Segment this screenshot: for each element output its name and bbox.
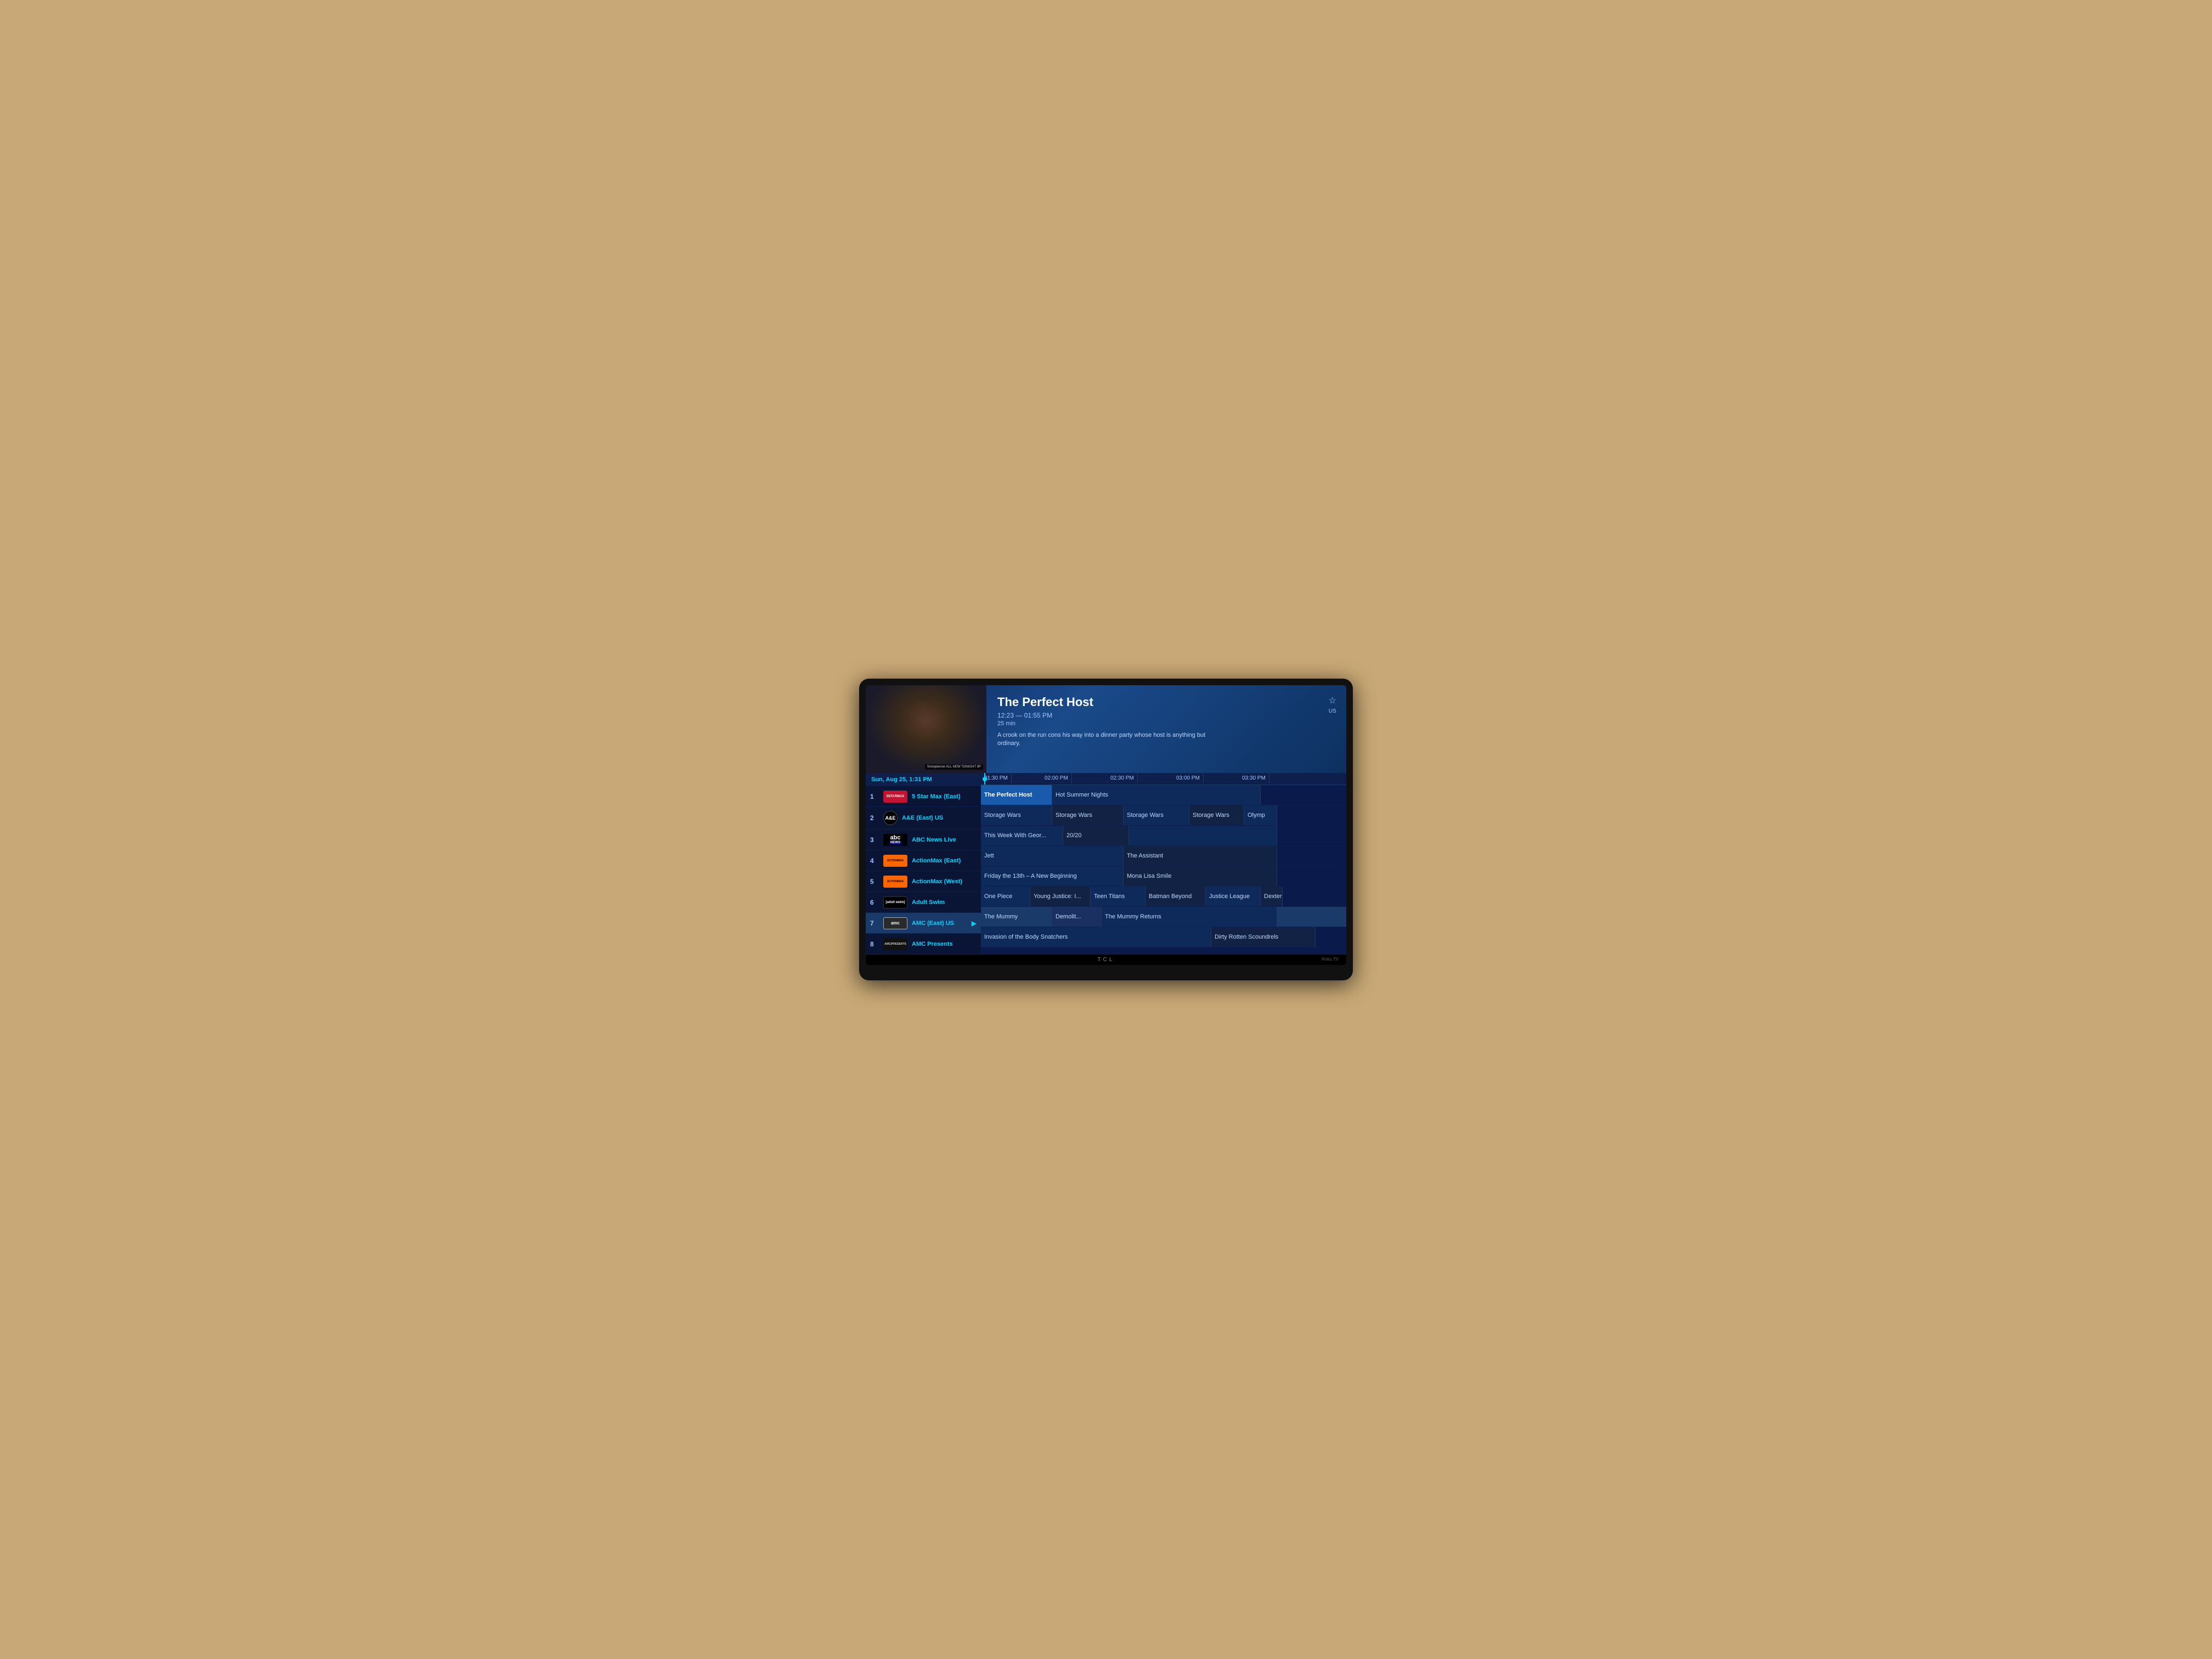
show-rating: ☆ US bbox=[1329, 695, 1336, 714]
channel-name: AMC (East) US bbox=[912, 920, 967, 927]
channel-logo: 5STARMAX bbox=[883, 791, 907, 803]
channel-row[interactable]: 7 amc AMC (East) US ▶ bbox=[866, 913, 981, 934]
channel-row[interactable]: 2 A&E A&E (East) US bbox=[866, 807, 981, 830]
time-slot-2: 02:00 PM bbox=[1041, 773, 1072, 783]
channel-number: 4 bbox=[870, 857, 879, 865]
program-cell[interactable]: The Perfect Host bbox=[981, 785, 1052, 805]
program-cell[interactable]: Storage Wars bbox=[981, 805, 1052, 825]
channel-name: A&E (East) US bbox=[902, 815, 977, 821]
channel-logo: A&E bbox=[883, 811, 898, 825]
channel-number: 1 bbox=[870, 793, 879, 800]
channel-arrow-icon: ▶ bbox=[972, 919, 977, 927]
channel-logo: abc NEWS bbox=[883, 834, 907, 846]
top-section: Snowpiercer ALL NEW TONIGHT 9P The Perfe… bbox=[866, 685, 1346, 773]
time-indicator bbox=[984, 773, 985, 785]
program-cell[interactable]: Mona Lisa Smile bbox=[1124, 866, 1277, 886]
program-cell[interactable]: Storage Wars bbox=[1052, 805, 1124, 825]
program-rows: The Perfect Host Hot Summer Nights Stora… bbox=[981, 785, 1346, 947]
program-cell[interactable]: The Mummy Returns bbox=[1102, 907, 1277, 927]
program-cell[interactable]: Storage Wars bbox=[1124, 805, 1189, 825]
program-row: The Mummy Demolit... The Mummy Returns bbox=[981, 907, 1346, 927]
program-cell[interactable]: Dirty Rotten Scoundrels bbox=[1211, 927, 1316, 947]
channel-name: AMC Presents bbox=[912, 941, 977, 947]
program-cell[interactable]: The Assistant bbox=[1124, 846, 1277, 866]
tv-screen: Snowpiercer ALL NEW TONIGHT 9P The Perfe… bbox=[866, 685, 1346, 965]
time-slot-4: 03:00 PM bbox=[1173, 773, 1204, 783]
program-row: One Piece Young Justice: I... Teen Titan… bbox=[981, 887, 1346, 907]
channel-row[interactable]: 3 abc NEWS ABC News Live bbox=[866, 830, 981, 850]
tcl-brand: TCL bbox=[866, 955, 1346, 965]
channel-number: 3 bbox=[870, 836, 879, 844]
channel-number: 2 bbox=[870, 814, 879, 822]
channel-row[interactable]: 4 ACTIONMAX ActionMax (East) bbox=[866, 850, 981, 871]
program-row: This Week With Geor... 20/20 bbox=[981, 826, 1346, 846]
channel-logo: ACTIONMAX bbox=[883, 876, 907, 888]
channel-name: ActionMax (East) bbox=[912, 857, 977, 864]
show-time: 12:23 — 01:55 PM bbox=[997, 712, 1335, 719]
show-duration: 25 min bbox=[997, 720, 1335, 727]
channel-row[interactable]: 1 5STARMAX 5 Star Max (East) bbox=[866, 786, 981, 807]
time-dot bbox=[983, 777, 987, 781]
channel-number: 5 bbox=[870, 878, 879, 885]
roku-brand: Roku TV bbox=[1322, 957, 1339, 962]
program-row: Invasion of the Body Snatchers Dirty Rot… bbox=[981, 927, 1346, 947]
time-slot-3: 02:30 PM bbox=[1107, 773, 1138, 783]
channel-number: 8 bbox=[870, 940, 879, 948]
channel-row[interactable]: 8 AMC|PRESENTS AMC Presents bbox=[866, 934, 981, 955]
program-grid: 01:30 PM 02:00 PM 02:30 PM 03:00 PM 03:3… bbox=[981, 773, 1346, 955]
program-cell[interactable]: The Mummy bbox=[981, 907, 1052, 927]
program-cell[interactable]: Invasion of the Body Snatchers bbox=[981, 927, 1211, 947]
program-cell[interactable]: Teen Titans bbox=[1091, 887, 1146, 906]
program-row: Jett The Assistant bbox=[981, 846, 1346, 866]
channel-number: 7 bbox=[870, 919, 879, 927]
program-cell[interactable]: Justice League bbox=[1206, 887, 1261, 906]
program-cell[interactable]: This Week With Geor... bbox=[981, 826, 1063, 845]
time-slot-5: 03:30 PM bbox=[1239, 773, 1269, 783]
program-cell[interactable]: 20/20 bbox=[1063, 826, 1129, 845]
program-cell[interactable]: Storage Wars bbox=[1189, 805, 1244, 825]
program-cell[interactable]: Dexter bbox=[1261, 887, 1283, 906]
channel-name: 5 Star Max (East) bbox=[912, 793, 977, 800]
program-row: Storage Wars Storage Wars Storage Wars S… bbox=[981, 805, 1346, 826]
program-cell[interactable]: Batman Beyond bbox=[1146, 887, 1206, 906]
rating-label: US bbox=[1329, 708, 1336, 714]
star-icon[interactable]: ☆ bbox=[1329, 695, 1336, 706]
channel-number: 6 bbox=[870, 899, 879, 906]
program-cell[interactable]: Jett bbox=[981, 846, 1124, 866]
tv-set: Snowpiercer ALL NEW TONIGHT 9P The Perfe… bbox=[859, 679, 1353, 980]
channel-row[interactable]: 5 ACTIONMAX ActionMax (West) bbox=[866, 871, 981, 892]
time-header: 01:30 PM 02:00 PM 02:30 PM 03:00 PM 03:3… bbox=[981, 773, 1346, 785]
show-description: A crook on the run cons his way into a d… bbox=[997, 731, 1228, 748]
channel-logo: amc bbox=[883, 917, 907, 929]
program-cell[interactable]: Olymp bbox=[1244, 805, 1277, 825]
channel-name: ABC News Live bbox=[912, 837, 977, 843]
date-header: Sun, Aug 25, 1:31 PM bbox=[866, 773, 981, 786]
program-row: Friday the 13th – A New Beginning Mona L… bbox=[981, 866, 1346, 887]
program-cell[interactable]: One Piece bbox=[981, 887, 1030, 906]
channel-logo: [adult swim] bbox=[883, 896, 907, 909]
channel-row[interactable]: 6 [adult swim] Adult Swim bbox=[866, 892, 981, 913]
show-info: The Perfect Host 12:23 — 01:55 PM 25 min… bbox=[986, 685, 1346, 773]
channel-logo: ACTIONMAX bbox=[883, 855, 907, 867]
program-row: The Perfect Host Hot Summer Nights bbox=[981, 785, 1346, 805]
preview-thumbnail: Snowpiercer ALL NEW TONIGHT 9P bbox=[866, 685, 986, 773]
preview-image bbox=[866, 685, 986, 773]
channel-name: ActionMax (West) bbox=[912, 878, 977, 885]
show-title: The Perfect Host bbox=[997, 695, 1335, 709]
program-cell[interactable]: Demolit... bbox=[1052, 907, 1102, 927]
program-cell[interactable]: Friday the 13th – A New Beginning bbox=[981, 866, 1124, 886]
channel-list: Sun, Aug 25, 1:31 PM 1 5STARMAX 5 Star M… bbox=[866, 773, 981, 955]
snowpiercer-badge: Snowpiercer ALL NEW TONIGHT 9P bbox=[925, 764, 983, 770]
guide-section: Sun, Aug 25, 1:31 PM 1 5STARMAX 5 Star M… bbox=[866, 773, 1346, 955]
program-cell[interactable]: Hot Summer Nights bbox=[1052, 785, 1261, 805]
channel-name: Adult Swim bbox=[912, 899, 977, 906]
program-cell[interactable]: Young Justice: I... bbox=[1030, 887, 1091, 906]
program-cell[interactable] bbox=[1129, 826, 1277, 845]
channel-logo: AMC|PRESENTS bbox=[883, 938, 907, 950]
